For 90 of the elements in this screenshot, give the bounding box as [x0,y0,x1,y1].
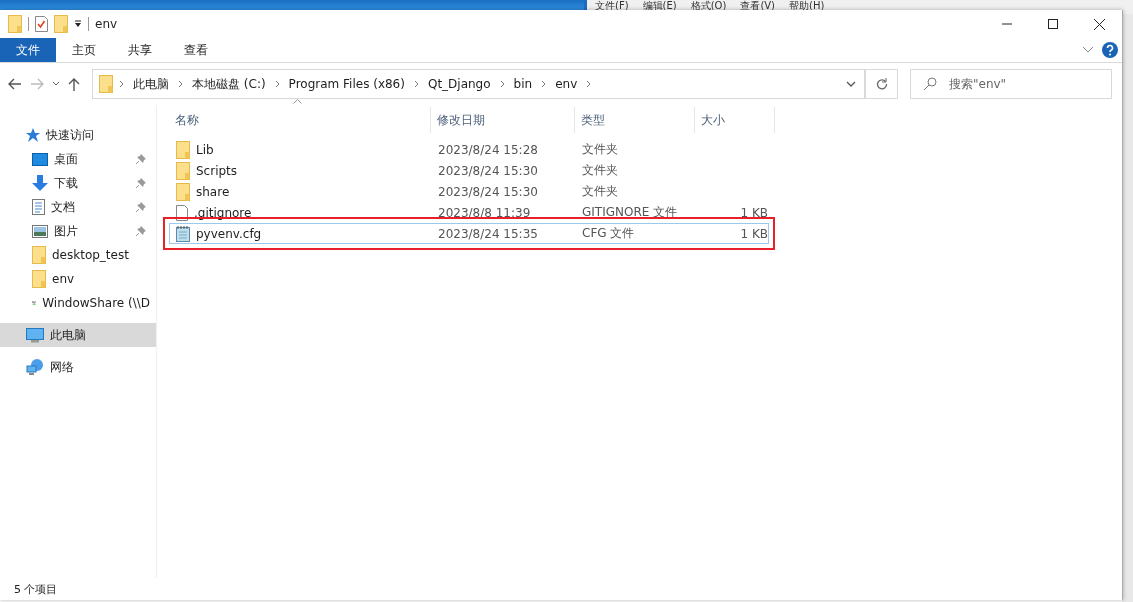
ribbon-tab[interactable]: 共享 [112,38,168,62]
pin-icon [136,154,146,164]
desktop-icon [32,152,48,166]
sidebar-item[interactable]: 桌面 [0,147,156,171]
sidebar-item[interactable]: desktop_test [0,243,156,267]
pin-icon [136,178,146,188]
modified-date: 2023/8/24 15:35 [437,226,539,241]
up-button[interactable] [68,77,80,91]
blank-file-icon [176,204,188,221]
download-arrow-icon [32,175,48,191]
sidebar-item[interactable]: 文档 [0,195,156,219]
maximize-icon [1048,19,1058,29]
pin-icon [136,202,146,212]
breadcrumb[interactable]: Qt_Django [424,77,494,91]
file-row[interactable]: Lib 2023/8/24 15:28 文件夹 [169,139,775,160]
sort-caret-icon [293,99,302,104]
modified-date: 2023/8/8 11:39 [437,205,532,220]
file-type: 文件夹 [581,183,619,200]
folder-icon [8,15,22,33]
folder-icon [32,246,46,264]
notepad-icon [176,225,190,242]
file-row[interactable]: Scripts 2023/8/24 15:30 文件夹 [169,160,775,181]
close-icon [1093,18,1105,30]
ribbon-tab[interactable]: 文件 [0,38,56,62]
column-header[interactable]: 类型 [581,111,605,129]
window-title: env [95,17,118,31]
file-type: CFG 文件 [581,225,636,242]
dropdown-icon[interactable] [846,81,856,87]
chevron-icon[interactable] [119,80,124,88]
file-row[interactable]: share 2023/8/24 15:30 文件夹 [169,181,775,202]
sidebar-item[interactable]: WindowShare (\\D [0,291,156,315]
modified-date: 2023/8/24 15:28 [437,142,539,157]
modified-date: 2023/8/24 15:30 [437,184,539,199]
file-type: 文件夹 [581,141,619,158]
chevron-icon[interactable] [586,80,592,88]
refresh-button[interactable] [866,69,898,99]
sidebar-item[interactable]: 快速访问 [0,123,156,147]
sidebar-item[interactable]: 下载 [0,171,156,195]
properties-icon[interactable] [35,16,48,32]
folder-icon [32,270,46,288]
chevron-icon[interactable] [178,80,183,88]
file-size: 1 KB [739,226,769,241]
chevron-icon[interactable] [413,80,419,88]
file-size: 1 KB [739,205,769,220]
file-name: Lib [196,142,214,157]
folder-icon [176,161,190,180]
search-icon [923,77,937,91]
sidebar-item[interactable]: 网络 [0,355,156,379]
folder-icon [176,182,190,201]
chevron-icon[interactable] [541,80,547,88]
recent-locations-button[interactable] [52,81,60,87]
chevron-icon[interactable] [274,80,280,88]
breadcrumb[interactable]: 此电脑 [130,75,172,93]
file-name: pyvenv.cfg [196,226,262,241]
item-count: 5 个项目 [14,581,58,597]
document-icon [32,199,45,215]
help-icon[interactable] [1102,42,1118,58]
modified-date: 2023/8/24 15:30 [437,163,539,178]
breadcrumb[interactable]: bin [510,77,536,91]
network-icon [26,359,44,375]
sidebar-item[interactable]: env [0,267,156,291]
column-header[interactable]: 大小 [701,111,725,129]
column-header[interactable]: 修改日期 [437,111,485,129]
chevron-icon[interactable] [499,80,505,88]
file-row[interactable]: .gitignore 2023/8/8 11:39 GITIGNORE 文件 1 KB [169,202,775,223]
breadcrumb[interactable]: Program Files (x86) [285,77,408,91]
file-type: 文件夹 [581,162,619,179]
refresh-icon [875,78,888,90]
picture-icon [32,224,48,238]
ribbon-tab[interactable]: 主页 [56,38,112,62]
file-name: Scripts [196,163,238,178]
folder-icon [99,75,113,93]
breadcrumb[interactable]: env [552,77,581,91]
file-type: GITIGNORE 文件 [581,204,679,221]
star-icon [26,128,40,142]
file-name: .gitignore [194,205,252,220]
sidebar-item[interactable]: 图片 [0,219,156,243]
computer-icon [26,327,44,343]
dropdown-icon[interactable] [74,20,82,28]
breadcrumb[interactable]: 本地磁盘 (C:) [189,75,269,93]
new-folder-icon [54,15,68,33]
ribbon-tab[interactable]: 查看 [168,38,224,62]
search-field[interactable]: 搜索"env" [910,69,1112,99]
sidebar-item[interactable]: 此电脑 [0,323,156,347]
file-name: share [196,184,230,199]
expand-ribbon-icon[interactable] [1082,46,1094,54]
pin-icon [136,226,146,236]
column-header[interactable]: 名称 [175,111,199,129]
back-button[interactable] [8,78,22,90]
folder-icon [176,140,190,159]
